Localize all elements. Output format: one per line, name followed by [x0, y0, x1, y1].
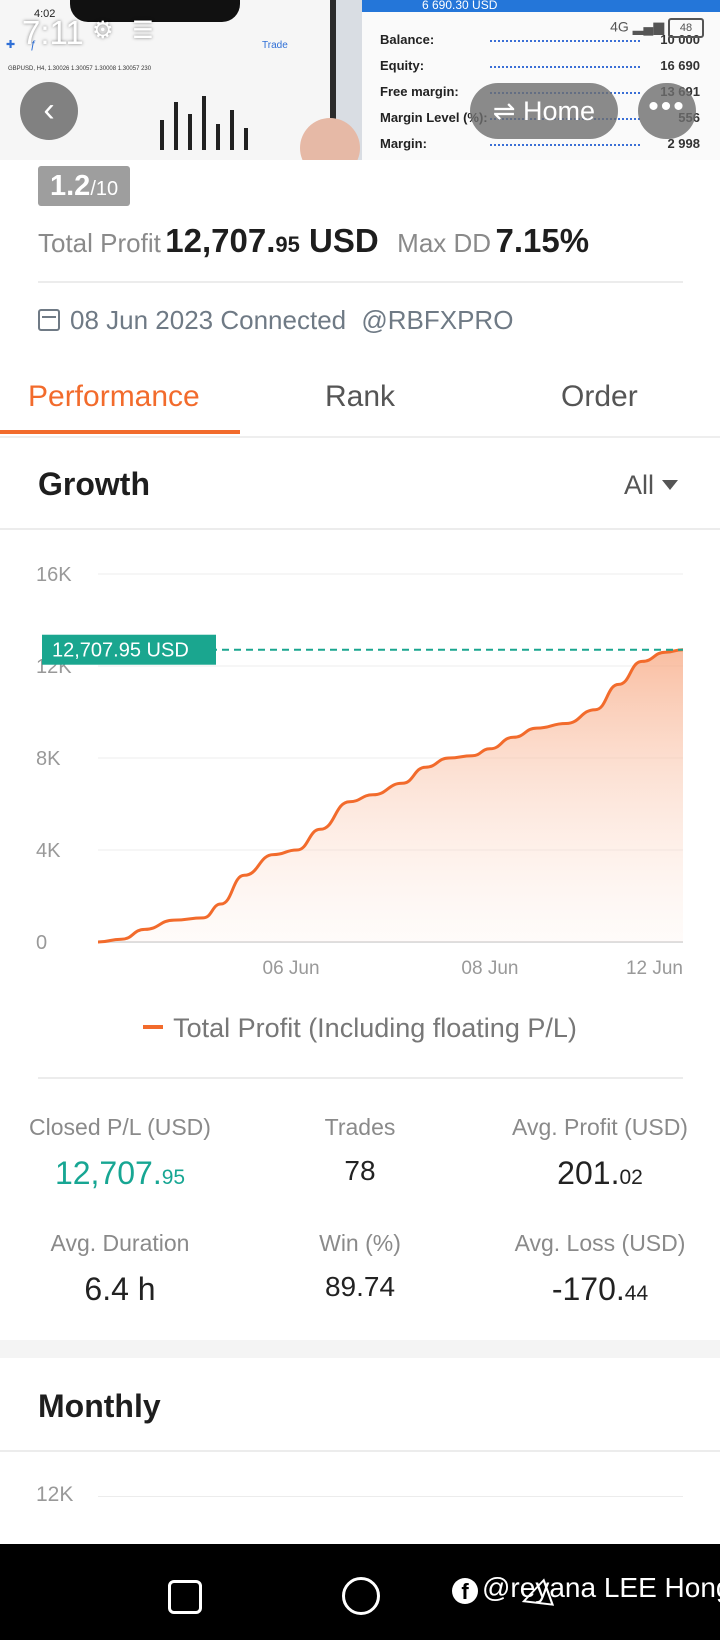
tab-performance[interactable]: Performance — [28, 380, 200, 414]
max-dd-value: 7.15% — [495, 222, 590, 259]
status-right: 4G ▂▄▆ 48 — [610, 18, 704, 38]
divider — [38, 1077, 683, 1079]
tab-order[interactable]: Order — [561, 380, 638, 414]
y-tick-label: 4K — [36, 840, 61, 862]
connection-info: 08 Jun 2023 Connected @RBFXPRO — [38, 305, 513, 336]
phone-trade-label: Trade — [262, 40, 288, 51]
divider — [38, 281, 683, 283]
header-banner-image: 4:02 ✚ ƒ Trade GBPUSD, H4, 1.30026 1.300… — [0, 0, 720, 160]
back-button[interactable]: ‹ — [20, 82, 78, 140]
growth-title: Growth — [38, 466, 150, 502]
rating-max: /10 — [90, 178, 119, 200]
growth-chart: 04K8K12K16K 12,707.95 USD 06 Jun 08 Jun 12… — [36, 564, 684, 979]
y-tick-label: 8K — [36, 748, 61, 770]
growth-area — [98, 649, 683, 942]
status-icons: ⚙ ☰ — [92, 17, 160, 44]
signal-icon: ▂▄▆ — [632, 18, 665, 35]
x-tick-label: 08 Jun — [461, 958, 518, 979]
monthly-gridline — [98, 1496, 683, 1497]
watermark: f @reyana LEE Hong — [452, 1572, 720, 1604]
stat-win-rate: Win (%) 89.74 — [319, 1230, 401, 1302]
stat-avg-loss: Avg. Loss (USD) -170.44 — [514, 1230, 686, 1307]
profit-summary: Total Profit 12,707.95 USD Max DD 7.15% — [38, 222, 589, 260]
svg-text:12,707.95 USD: 12,707.95 USD — [52, 640, 189, 662]
divider — [0, 1450, 720, 1452]
rating-badge: 1.2/10 — [38, 166, 131, 206]
stat-closed-pl: Closed P/L (USD) 12,707.95 — [29, 1114, 211, 1191]
status-time: 7:11 — [22, 14, 84, 51]
total-profit-label: Total Profit — [38, 228, 161, 258]
legend-swatch — [143, 1025, 164, 1029]
max-dd-label: Max DD — [397, 228, 492, 258]
watermark-text: @reyana LEE Hong — [482, 1572, 720, 1603]
rating-value: 1.2 — [50, 170, 91, 202]
candlestick-chart — [150, 80, 270, 160]
account-row: Equity: 16 690 — [380, 58, 700, 73]
active-tab-indicator — [0, 430, 240, 434]
y-tick-label: 16K — [36, 564, 72, 586]
legend-label: Total Profit (Including floating P/L) — [173, 1013, 577, 1043]
facebook-icon: f — [452, 1578, 478, 1604]
network-icon: 4G — [610, 18, 629, 35]
more-options-button[interactable]: ••• — [638, 83, 696, 139]
account-handle[interactable]: @RBFXPRO — [361, 305, 513, 335]
recent-apps-button[interactable] — [168, 1580, 202, 1614]
phone-pair-info: GBPUSD, H4, 1.30026 1.30057 1.30008 1.30… — [8, 66, 152, 72]
monthly-y-tick: 12K — [36, 1483, 74, 1506]
divider — [0, 528, 720, 530]
account-header: 6 690.30 USD — [362, 0, 720, 12]
stat-trades: Trades 78 — [324, 1114, 396, 1186]
current-value-label: 12,707.95 USD — [42, 634, 216, 665]
stat-avg-profit: Avg. Profit (USD) 201.02 — [512, 1114, 688, 1191]
period-filter-dropdown[interactable]: All — [624, 470, 679, 501]
chart-legend: Total Profit (Including floating P/L) — [0, 1013, 720, 1044]
x-tick-label: 06 Jun — [263, 958, 320, 979]
calendar-icon — [38, 309, 60, 331]
y-tick-label: 0 — [36, 932, 47, 954]
stat-avg-duration: Avg. Duration 6.4 h — [50, 1230, 190, 1307]
system-nav-bar: ◁ f @reyana LEE Hong — [0, 1544, 720, 1640]
x-tick-label: 12 Jun — [626, 958, 683, 979]
home-nav-button[interactable] — [342, 1577, 380, 1615]
monthly-title: Monthly — [38, 1388, 161, 1424]
section-separator — [0, 1340, 720, 1358]
connected-date: 08 Jun 2023 Connected — [70, 305, 347, 335]
total-profit-value: 12,707.95 USD — [165, 222, 379, 259]
battery-icon: 48 — [668, 18, 704, 38]
chevron-down-icon — [662, 480, 679, 490]
home-button[interactable]: ⇌ Home — [470, 83, 618, 139]
tabs-divider — [0, 436, 720, 438]
tab-rank[interactable]: Rank — [325, 380, 395, 414]
